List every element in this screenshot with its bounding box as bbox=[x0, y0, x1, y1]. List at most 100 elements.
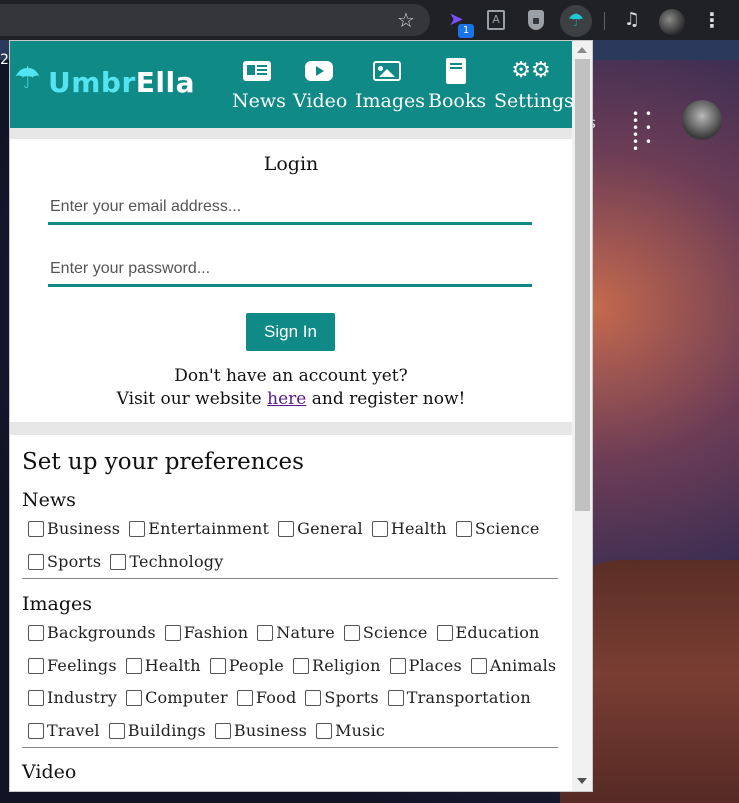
preference-label: Sports bbox=[47, 552, 102, 571]
preference-checkbox[interactable] bbox=[455, 520, 472, 537]
preference-checkbox[interactable] bbox=[371, 520, 388, 537]
preference-option[interactable]: Industry bbox=[28, 688, 117, 707]
profile-avatar[interactable] bbox=[659, 9, 685, 35]
register-pre-text: Visit our website bbox=[116, 389, 268, 409]
preference-checkbox[interactable] bbox=[214, 722, 231, 739]
preference-option[interactable]: Music bbox=[316, 721, 385, 740]
nav-images[interactable]: Images bbox=[355, 57, 426, 115]
preference-label: Science bbox=[474, 519, 540, 538]
preference-option[interactable]: Technology bbox=[110, 552, 223, 571]
preference-checkbox[interactable] bbox=[28, 689, 44, 706]
preference-checkbox[interactable] bbox=[436, 624, 453, 641]
chrome-menu-icon[interactable]: ⋮ bbox=[700, 8, 724, 32]
popup-scrollbar[interactable] bbox=[572, 41, 592, 791]
preference-option[interactable]: Food bbox=[236, 688, 297, 707]
preference-label: Computer bbox=[145, 688, 228, 707]
background-avatar[interactable] bbox=[682, 100, 722, 140]
sign-in-button[interactable]: Sign In bbox=[246, 313, 335, 351]
nav-books[interactable]: Books bbox=[428, 57, 486, 115]
news-divider bbox=[22, 578, 558, 579]
preference-option[interactable]: Entertainment bbox=[129, 519, 269, 538]
preference-option[interactable]: Health bbox=[371, 519, 447, 538]
preference-checkbox[interactable] bbox=[28, 520, 44, 537]
preference-option[interactable]: Travel bbox=[28, 721, 100, 740]
preference-checkbox[interactable] bbox=[236, 689, 253, 706]
preference-checkbox[interactable] bbox=[129, 520, 146, 537]
preference-checkbox[interactable] bbox=[126, 689, 143, 706]
preference-checkbox[interactable] bbox=[28, 722, 44, 739]
nav-video[interactable]: Video bbox=[293, 57, 347, 115]
preference-label: Entertainment bbox=[148, 519, 270, 538]
preference-option[interactable]: Science bbox=[343, 623, 428, 642]
preference-checkbox[interactable] bbox=[28, 553, 44, 570]
preferences-title: Set up your preferences bbox=[22, 449, 304, 475]
preference-label: Feelings bbox=[47, 656, 117, 675]
preference-checkbox[interactable] bbox=[343, 624, 360, 641]
preference-option[interactable]: Education bbox=[436, 623, 540, 642]
popup-header: ☂ UmbrElla News Video Images Books ⚙⚙ Se… bbox=[10, 41, 574, 128]
media-control-icon[interactable]: ♫ bbox=[620, 8, 644, 32]
password-field[interactable] bbox=[48, 253, 532, 287]
preference-option[interactable]: Science bbox=[455, 519, 540, 538]
preference-checkbox[interactable] bbox=[292, 657, 309, 674]
nav-settings[interactable]: ⚙⚙ Settings bbox=[494, 57, 574, 115]
preference-checkbox[interactable] bbox=[28, 657, 44, 674]
preference-option[interactable]: Buildings bbox=[108, 721, 206, 740]
preference-option[interactable]: Fashion bbox=[164, 623, 249, 642]
register-link[interactable]: here bbox=[267, 389, 306, 409]
preference-checkbox[interactable] bbox=[470, 657, 487, 674]
preference-option[interactable]: Computer bbox=[126, 688, 228, 707]
preference-label: Sports bbox=[324, 688, 379, 707]
preference-option[interactable]: Feelings bbox=[28, 656, 117, 675]
preference-option[interactable]: Health bbox=[125, 656, 201, 675]
preference-option[interactable]: Places bbox=[389, 656, 462, 675]
register-post-text: and register now! bbox=[306, 389, 466, 409]
preference-checkbox[interactable] bbox=[305, 689, 322, 706]
preference-checkbox[interactable] bbox=[316, 722, 333, 739]
preference-label: Education bbox=[455, 623, 540, 642]
preference-option[interactable]: Nature bbox=[257, 623, 335, 642]
preference-checkbox[interactable] bbox=[110, 553, 127, 570]
address-bar[interactable] bbox=[0, 4, 430, 36]
scrollbar-thumb[interactable] bbox=[575, 59, 590, 511]
nav-settings-label: Settings bbox=[494, 90, 574, 112]
preference-label: Health bbox=[390, 519, 447, 538]
preference-label: Health bbox=[144, 656, 201, 675]
preference-checkbox[interactable] bbox=[209, 657, 226, 674]
preference-label: Religion bbox=[311, 656, 381, 675]
lock-extension-icon[interactable] bbox=[524, 8, 548, 32]
preference-option[interactable]: Business bbox=[214, 721, 307, 740]
preference-option[interactable]: Business bbox=[28, 519, 120, 538]
preference-option[interactable]: People bbox=[209, 656, 284, 675]
extension-badge: 1 bbox=[458, 24, 474, 38]
preference-option[interactable]: Transportation bbox=[387, 688, 531, 707]
preference-checkbox[interactable] bbox=[108, 722, 125, 739]
scroll-down-arrow-icon[interactable] bbox=[577, 778, 587, 784]
preference-checkbox[interactable] bbox=[257, 624, 274, 641]
umbrella-extension-icon[interactable]: ☂ bbox=[564, 9, 588, 33]
video-category-title: Video bbox=[22, 761, 77, 783]
bookmark-star-icon[interactable]: ☆ bbox=[394, 8, 418, 32]
pdf-extension-icon[interactable]: A bbox=[484, 8, 508, 32]
preference-checkbox[interactable] bbox=[387, 689, 404, 706]
preference-label: Science bbox=[362, 623, 428, 642]
gears-icon: ⚙⚙ bbox=[511, 58, 551, 83]
preference-label: Food bbox=[255, 688, 297, 707]
preference-label: Places bbox=[408, 656, 462, 675]
preference-option[interactable]: General bbox=[278, 519, 363, 538]
nav-news[interactable]: News bbox=[232, 57, 286, 115]
apps-grid-icon[interactable]: • • • • • • • • • bbox=[632, 108, 654, 155]
preference-option[interactable]: Sports bbox=[28, 552, 101, 571]
preference-checkbox[interactable] bbox=[125, 657, 142, 674]
email-field[interactable] bbox=[48, 191, 532, 225]
preference-option[interactable]: Religion bbox=[292, 656, 381, 675]
preference-checkbox[interactable] bbox=[164, 624, 181, 641]
scroll-up-arrow-icon[interactable] bbox=[577, 47, 587, 53]
preference-checkbox[interactable] bbox=[278, 520, 295, 537]
preference-checkbox[interactable] bbox=[28, 624, 44, 641]
preference-option[interactable]: Animals bbox=[470, 656, 556, 675]
preference-checkbox[interactable] bbox=[389, 657, 406, 674]
preference-option[interactable]: Sports bbox=[305, 688, 379, 707]
nav-images-label: Images bbox=[355, 90, 426, 112]
preference-option[interactable]: Backgrounds bbox=[28, 623, 156, 642]
